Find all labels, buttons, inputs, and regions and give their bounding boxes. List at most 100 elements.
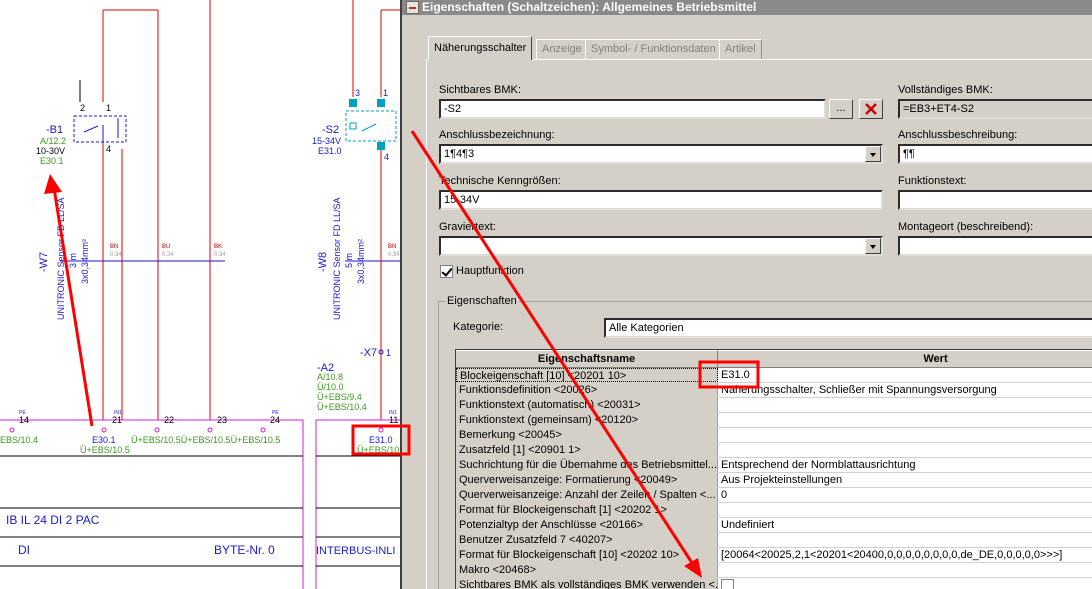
table-row[interactable]: Sichtbares BMK als vollständiges BMK ver… <box>456 578 1092 589</box>
table-row[interactable]: Suchrichtung für die Übernahme des Betri… <box>456 458 1092 473</box>
plc-module-left[interactable] <box>0 419 304 589</box>
svg-text:23: 23 <box>217 415 227 425</box>
property-value-cell[interactable] <box>718 413 1092 427</box>
sensor-s2-symbol[interactable]: 3 1 4 <box>345 88 397 162</box>
table-row[interactable]: Querverweisanzeige: Anzahl der Zeilen / … <box>456 488 1092 503</box>
a2-ref3: Ü+EBS/10.4 <box>317 402 367 412</box>
tab-anzeige[interactable]: Anzeige <box>536 39 588 59</box>
a2-ref0: A/10.8 <box>317 372 343 382</box>
funktionstext-input[interactable] <box>898 190 1092 210</box>
property-value-cell[interactable] <box>718 578 1092 589</box>
table-row[interactable]: Funktionstext (automatisch) <20031> <box>456 398 1092 413</box>
table-row[interactable]: Funktionstext (gemeinsam) <20120> <box>456 413 1092 428</box>
property-value-cell[interactable]: Aus Projekteinstellungen <box>718 473 1092 487</box>
a2-ref2: Ü+EBS/9.4 <box>317 392 362 402</box>
app-icon <box>406 1 419 14</box>
technische-kenngroessen-input[interactable]: 15-34V <box>439 190 883 210</box>
hauptfunktion-checkbox[interactable] <box>440 265 453 278</box>
property-value-cell[interactable]: [20064<20025,2,1<20201<20400,0,0,0,0,0,0… <box>718 548 1092 562</box>
delete-button[interactable] <box>859 99 883 119</box>
vollstaendiges-bmk-label: Vollständiges BMK: <box>898 84 993 96</box>
use-bmk-checkbox[interactable] <box>721 579 734 589</box>
property-name-cell[interactable]: Querverweisanzeige: Anzahl der Zeilen / … <box>456 488 718 502</box>
property-name-cell[interactable]: Benutzer Zusatzfeld 7 <40207> <box>456 533 718 547</box>
table-row[interactable]: Potenzialtyp der Anschlüsse <20166> Undef… <box>456 518 1092 533</box>
plc-terminal-numbers: 14 21 22 23 24 11 PE IN1 PE IN1 <box>19 410 398 425</box>
delete-x-icon <box>865 103 877 115</box>
x7-pin: 1 <box>386 348 391 358</box>
property-name-cell[interactable]: Querverweisanzeige: Formatierung <20049> <box>456 473 718 487</box>
table-row[interactable]: Benutzer Zusatzfeld 7 <40207> <box>456 533 1092 548</box>
chevron-down-icon[interactable] <box>865 146 881 162</box>
properties-table[interactable]: Eigenschaftsname Wert Blockeigenschaft [… <box>455 349 1092 589</box>
property-value-cell[interactable] <box>718 398 1092 412</box>
svg-text:-W8: -W8 <box>317 252 329 272</box>
dialog-titlebar[interactable]: Eigenschaften (Schaltzeichen): Allgemein… <box>402 0 1092 15</box>
property-name-cell[interactable]: Makro <20468> <box>456 563 718 577</box>
b1-ref2: E30.1 <box>40 156 64 166</box>
property-name-cell[interactable]: Sichtbares BMK als vollständiges BMK ver… <box>456 578 718 589</box>
sichtbares-bmk-input[interactable]: -S2 <box>439 99 826 119</box>
table-row[interactable]: Funktionsdefinition <20026> Näherungsscha… <box>456 383 1092 398</box>
module-di: DI <box>18 543 30 557</box>
anschlussbezeichnung-combo[interactable]: 1¶4¶3 <box>439 144 883 164</box>
montageort-input[interactable] <box>898 236 1092 256</box>
property-name-cell[interactable]: Blockeigenschaft [10] <20201 10> <box>456 368 718 382</box>
property-name-cell[interactable]: Funktionsdefinition <20026> <box>456 383 718 397</box>
table-row[interactable]: Bemerkung <20045> <box>456 428 1092 443</box>
svg-text:0,34: 0,34 <box>214 252 226 258</box>
property-value-cell[interactable] <box>718 533 1092 547</box>
anschlussbeschreibung-input[interactable]: ¶¶ <box>898 144 1092 164</box>
s2-tag: -S2 <box>322 124 339 136</box>
table-row[interactable]: Format für Blockeigenschaft [1] <20202 1… <box>456 503 1092 518</box>
property-name-cell[interactable]: Format für Blockeigenschaft [10] <20202 … <box>456 548 718 562</box>
tab-naeherungsschalter[interactable]: Näherungsschalter <box>428 36 533 60</box>
kategorie-combo[interactable]: Alle Kategorien <box>604 318 1092 338</box>
svg-text:Ü+EBS/10.5Ü+EBS/10.5Ü+EBS/10.5: Ü+EBS/10.5Ü+EBS/10.5Ü+EBS/10.5 <box>131 435 280 445</box>
svg-text:0,34: 0,34 <box>110 252 122 258</box>
svg-text:3 m: 3 m <box>68 253 78 268</box>
anschlussbezeichnung-label: Anschlussbezeichnung: <box>439 129 555 141</box>
table-row[interactable]: Querverweisanzeige: Formatierung <20049>… <box>456 473 1092 488</box>
table-row[interactable]: Zusatzfeld [1] <20901 1> <box>456 443 1092 458</box>
cable-w8-labels: -W8 UNITRONIC Sensor FD LL/SA 5 m 3x0,34… <box>317 197 400 320</box>
property-value-cell[interactable]: Undefiniert <box>718 518 1092 532</box>
table-row[interactable]: Format für Blockeigenschaft [10] <20202 … <box>456 548 1092 563</box>
property-name-cell[interactable]: Suchrichtung für die Übernahme des Betri… <box>456 458 718 472</box>
property-name-cell[interactable]: Bemerkung <20045> <box>456 428 718 442</box>
schematic-canvas[interactable]: 2 1 4 -B1 A/12.2 10-30V E30.1 -W7 UNITRO… <box>0 0 405 589</box>
browse-button[interactable]: ... <box>829 99 853 119</box>
chevron-down-icon[interactable] <box>865 238 881 254</box>
svg-text:22: 22 <box>164 415 174 425</box>
svg-text:BN: BN <box>388 244 396 250</box>
table-row[interactable]: Blockeigenschaft [10] <20201 10> E31.0 <box>456 368 1092 383</box>
property-name-cell[interactable]: Zusatzfeld [1] <20901 1> <box>456 443 718 457</box>
sichtbares-bmk-label: Sichtbares BMK: <box>439 84 521 96</box>
property-value-cell[interactable]: E31.0 <box>718 368 1092 382</box>
property-value-cell[interactable] <box>718 428 1092 442</box>
table-row[interactable]: Makro <20468> <box>456 563 1092 578</box>
property-value-cell[interactable]: 0 <box>718 488 1092 502</box>
property-name-cell[interactable]: Funktionstext (gemeinsam) <20120> <box>456 413 718 427</box>
header-eigenschaftsname[interactable]: Eigenschaftsname <box>456 350 718 367</box>
eigenschaften-group-label: Eigenschaften <box>445 295 519 307</box>
tab-symbol-funktionsdaten[interactable]: Symbol- / Funktionsdaten <box>585 39 722 59</box>
property-value-cell[interactable] <box>718 443 1092 457</box>
property-name-cell[interactable]: Format für Blockeigenschaft [1] <20202 1… <box>456 503 718 517</box>
svg-text:Ü+EBS/10.5: Ü+EBS/10.5 <box>80 445 130 455</box>
property-name-cell[interactable]: Funktionstext (automatisch) <20031> <box>456 398 718 412</box>
sensor-b1-symbol[interactable]: 2 1 4 <box>73 103 127 154</box>
property-value-cell[interactable]: Entsprechend der Normblattausrichtung <box>718 458 1092 472</box>
vollstaendiges-bmk-field: =EB3+ET4-S2 <box>898 99 1092 119</box>
b1-pin1: 1 <box>106 103 111 113</box>
property-value-cell[interactable] <box>718 563 1092 577</box>
graviertext-combo[interactable] <box>439 236 883 256</box>
svg-text:11: 11 <box>389 415 398 425</box>
header-wert[interactable]: Wert <box>718 350 1092 367</box>
property-name-cell[interactable]: Potenzialtyp der Anschlüsse <20166> <box>456 518 718 532</box>
hauptfunktion-label: Hauptfunktion <box>456 265 524 277</box>
property-value-cell[interactable] <box>718 503 1092 517</box>
svg-text:-W7: -W7 <box>38 252 50 272</box>
tab-artikel[interactable]: Artikel <box>719 39 762 59</box>
property-value-cell[interactable]: Näherungsschalter, Schließer mit Spannun… <box>718 383 1092 397</box>
